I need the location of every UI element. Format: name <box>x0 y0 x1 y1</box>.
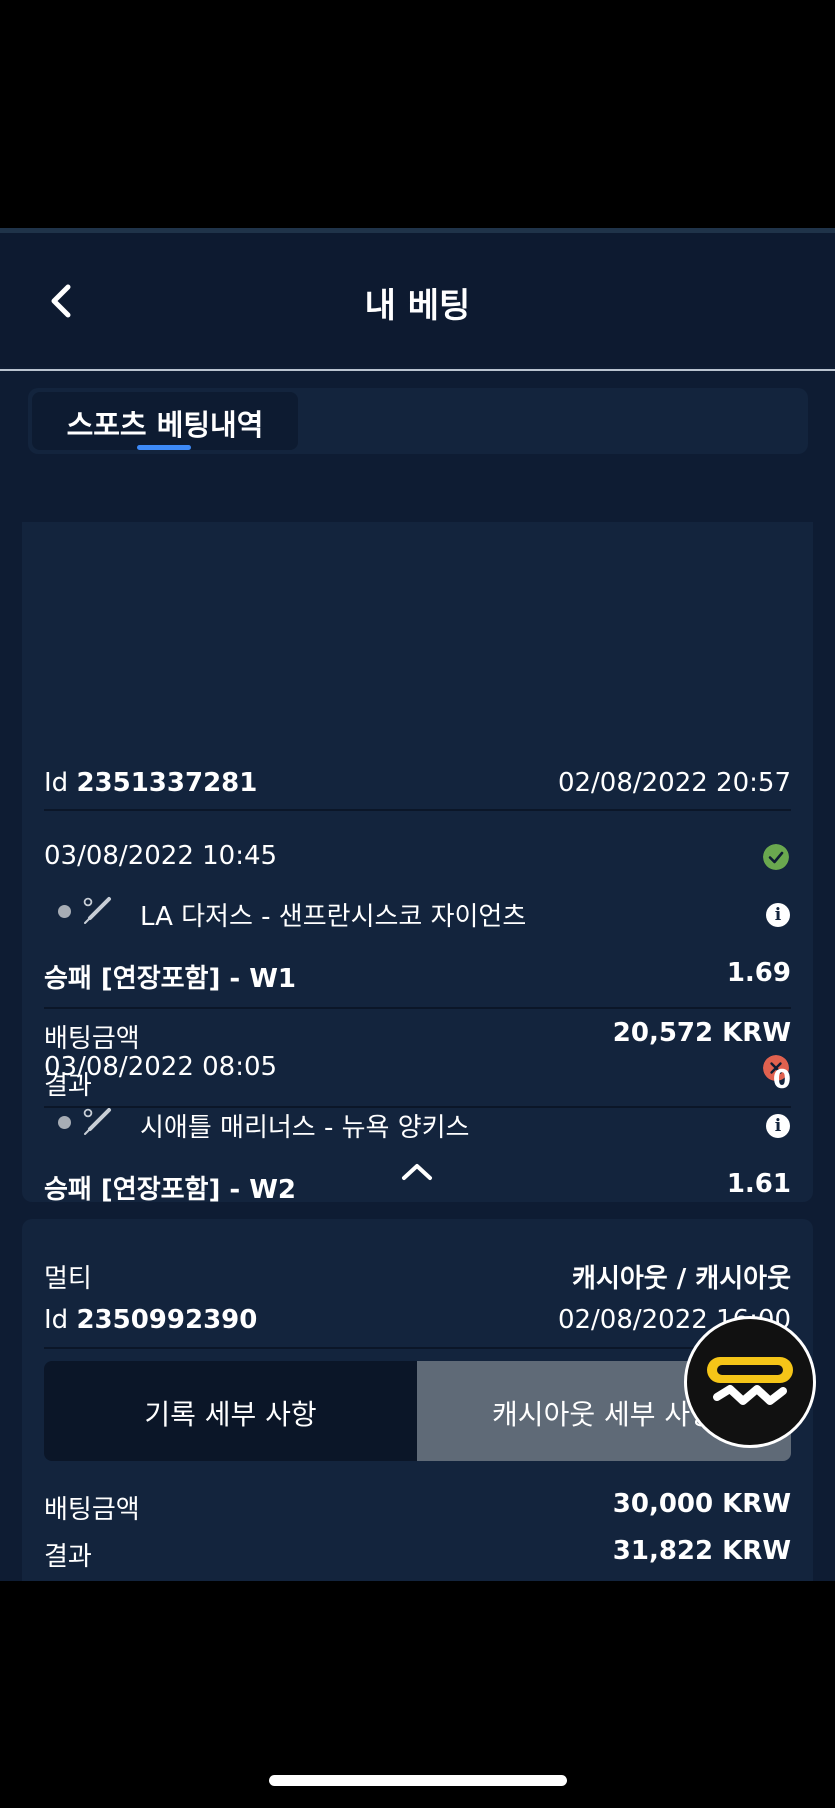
result-amount: 0 <box>772 1065 791 1095</box>
logo-icon <box>707 1357 793 1405</box>
stake-label: 배팅금액 <box>44 1495 140 1525</box>
header-divider <box>0 369 835 371</box>
history-details-label: 기록 세부 사항 <box>144 1398 317 1431</box>
stake-amount: 20,572 KRW <box>612 1018 791 1048</box>
result-label: 결과 <box>44 1542 92 1572</box>
tab-sports-bet-history[interactable]: 스포츠 베팅내역 <box>32 392 298 450</box>
stake-amount: 30,000 KRW <box>612 1489 791 1519</box>
history-details-button[interactable]: 기록 세부 사항 <box>44 1361 417 1461</box>
tab-bar: 스포츠 베팅내역 <box>28 388 808 454</box>
detail-segmented-control: 기록 세부 사항 캐시아웃 세부 사항 <box>44 1361 791 1461</box>
tab-active-indicator <box>137 445 191 450</box>
stake-label: 배팅금액 <box>44 1024 140 1054</box>
page-title: 내 베팅 <box>364 286 471 326</box>
divider <box>44 1106 791 1108</box>
logo-button[interactable] <box>684 1316 816 1448</box>
header: 내 베팅 <box>0 233 835 371</box>
home-indicator[interactable] <box>269 1775 567 1786</box>
chevron-up-icon[interactable] <box>401 1161 433 1181</box>
result-label: 결과 <box>44 1071 92 1101</box>
result-amount: 31,822 KRW <box>612 1536 791 1566</box>
bet-card-1-body: 배팅금액 20,572 KRW 결과 0 <box>22 522 813 1202</box>
tab-label: 스포츠 베팅내역 <box>66 408 264 442</box>
